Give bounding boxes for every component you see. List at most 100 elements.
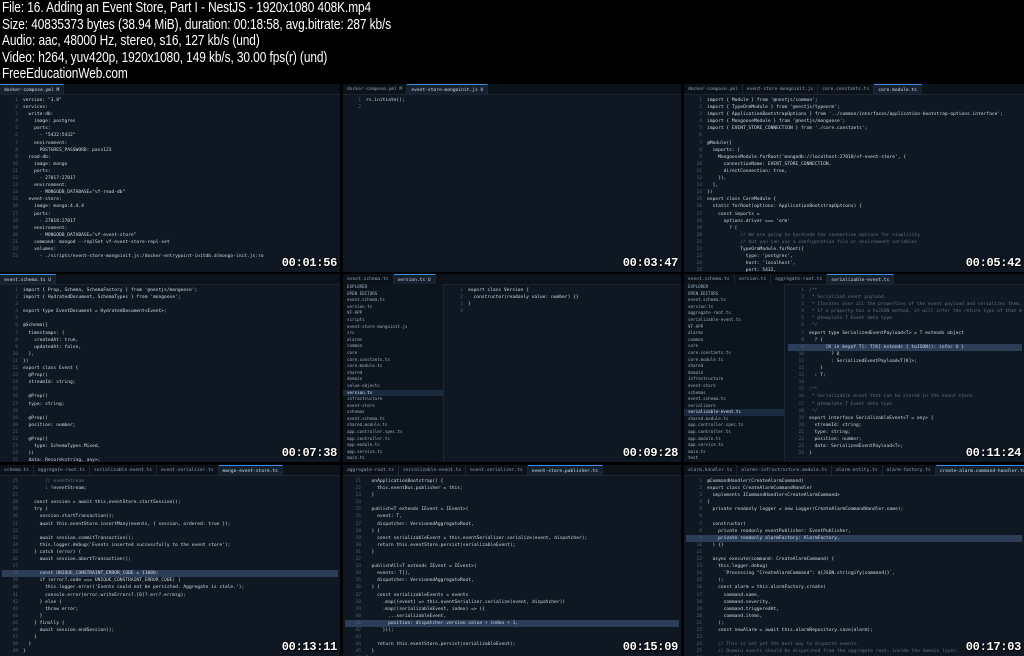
code-line: 9 private readonly alarmFactory: AlarmFa… bbox=[686, 534, 1022, 542]
line-number: 44 bbox=[355, 642, 361, 648]
code-text: environment: bbox=[23, 140, 68, 146]
code-line: 8 createdAt: true, bbox=[2, 337, 338, 344]
code-line: 21 type: string; bbox=[788, 429, 1022, 436]
line-number: 6 bbox=[699, 514, 702, 520]
code-line: 29 const serializableEvent = this.eventS… bbox=[345, 535, 679, 542]
line-number: 1 bbox=[801, 288, 804, 293]
explorer-item: core.constants.ts bbox=[347, 356, 390, 362]
editor-tab: serializable-event.ts bbox=[827, 274, 895, 284]
code-line: 29 try { bbox=[2, 506, 338, 513]
code-line: 5 * @template T Event data type bbox=[788, 315, 1022, 322]
line-number: 24 bbox=[355, 500, 361, 506]
line-number: 24 bbox=[696, 261, 702, 267]
line-number: 32 bbox=[355, 557, 361, 563]
code-line: 10 ? U bbox=[788, 351, 1022, 358]
line-number: 24 bbox=[798, 451, 804, 457]
code-text: } bbox=[23, 642, 32, 648]
explorer-item: alarms bbox=[688, 330, 704, 336]
line-number: 30 bbox=[12, 514, 18, 520]
editor-tab: aggregate-root.ts bbox=[771, 274, 828, 284]
code-text: @Schema({ bbox=[23, 323, 48, 329]
code-text: console.error(error.writeErrors?.[0]?.er… bbox=[23, 592, 187, 598]
code-text: @CommandHandler(CreateAlarmCommand) bbox=[707, 479, 804, 484]
frame-timestamp: 00:09:28 bbox=[622, 446, 679, 460]
line-number: 36 bbox=[12, 557, 18, 563]
explorer-item: test bbox=[688, 455, 699, 461]
line-number: 48 bbox=[12, 642, 18, 648]
code-line: 2 constructor(readonly value: number) {} bbox=[447, 294, 679, 301]
frame-timestamp: 00:13:11 bbox=[281, 640, 338, 654]
line-number: 41 bbox=[355, 620, 361, 626]
code-line: 12 export class Event { bbox=[2, 365, 338, 372]
line-number: 21 bbox=[696, 239, 702, 245]
line-number: 1 bbox=[358, 98, 361, 103]
code-text: streamId: string; bbox=[809, 422, 862, 428]
code-line: 2 * Serialized event payload. bbox=[788, 294, 1022, 301]
line-number: 13 bbox=[12, 183, 18, 189]
code-text: } bbox=[366, 549, 375, 555]
code-text: ports: bbox=[23, 211, 51, 217]
code-text: } bbox=[23, 635, 37, 641]
code-line: 31 await this.eventStore.insertMany(even… bbox=[2, 521, 338, 528]
code-text: command.triggeredAt, bbox=[707, 606, 779, 612]
line-number: 14 bbox=[12, 380, 18, 386]
code-text: import { EVENT_STORE_CONNECTION } from '… bbox=[707, 126, 868, 132]
code-text: // We are going to hardcode the connecti… bbox=[707, 232, 920, 238]
code-line: 35 } catch (error) { bbox=[2, 549, 338, 556]
code-text: export class CreateAlarmCommandHandler bbox=[707, 486, 813, 492]
line-number: 3 bbox=[699, 493, 702, 499]
code-line: 11 directConnection: true, bbox=[686, 168, 1022, 175]
line-number: 20 bbox=[696, 232, 702, 238]
code-line: 14 bbox=[788, 379, 1022, 386]
line-number: 46 bbox=[12, 627, 18, 633]
code-line: 46 await session.endSession(); bbox=[2, 627, 338, 634]
code-line: 28 ) { bbox=[345, 528, 679, 535]
code-text: type: SchemaTypes.Mixed, bbox=[23, 444, 101, 450]
editor-tab: event-store-mongoinit.js bbox=[743, 84, 819, 94]
code-text: * @template T Event data type bbox=[809, 316, 892, 322]
explorer-item: app.controller.ts bbox=[688, 429, 731, 435]
code-line: 8 imports: [ bbox=[686, 147, 1022, 154]
code-line: 20 - MONGODB_DATABASE="vf-event-store" bbox=[2, 232, 338, 239]
code-text: ports: bbox=[23, 168, 51, 174]
code-text: environment: bbox=[23, 225, 68, 231]
code-text: @Module({ bbox=[707, 140, 732, 146]
code-text: * Serialized event payload. bbox=[809, 295, 887, 301]
code-line: 39 if (error?.code === UNIQUE_CONSTRAINT… bbox=[2, 577, 338, 584]
code-line: 38 const UNIQUE_CONSTRAINT_ERROR_CODE = … bbox=[2, 570, 338, 578]
code-text: /** bbox=[809, 288, 818, 293]
code-line: 20 streamId: string; bbox=[788, 422, 1022, 429]
code-text: } bbox=[809, 451, 812, 457]
video-frame-thumbnail: event.schema.ts version.ts U EXPLORER OPEN … bbox=[343, 274, 681, 462]
video-frame-thumbnail: event.schema.ts version.ts aggregate-root.… bbox=[684, 274, 1024, 462]
code-line: 19 export interface SerializableEvent<T =… bbox=[788, 415, 1022, 422]
code-line: 21 onApplicationBootstrap() { bbox=[345, 478, 679, 485]
line-number: 16 bbox=[12, 394, 18, 400]
line-number: 7 bbox=[699, 140, 702, 146]
line-number: 23 bbox=[355, 493, 361, 499]
line-number: 33 bbox=[355, 564, 361, 570]
code-text: export class Event { bbox=[23, 366, 79, 372]
code-line: 10 image: mongo bbox=[2, 161, 338, 168]
editor-tab-bar: schema.ts aggregate-root.ts serializable-e… bbox=[0, 465, 340, 476]
explorer-item: shared bbox=[688, 363, 704, 369]
code-line: 9 MongooseModule.forRoot('mongodb://loca… bbox=[686, 154, 1022, 161]
line-number: 25 bbox=[12, 479, 18, 484]
line-number: 9 bbox=[699, 154, 702, 160]
code-text: } bbox=[23, 649, 26, 655]
code-line: 7 constructor( bbox=[686, 521, 1022, 528]
code-text: private readonly eventPublisher: EventPu… bbox=[707, 528, 851, 534]
code-text: }), bbox=[707, 176, 727, 182]
code-text: import { TypeOrmModule } from '@nestjs/t… bbox=[707, 105, 840, 111]
code-line: 11 bbox=[686, 549, 1022, 556]
code-line: 17 ports: bbox=[2, 211, 338, 218]
line-number: 17 bbox=[798, 401, 804, 407]
code-text: export class CoreModule { bbox=[707, 197, 777, 203]
line-number: 4 bbox=[699, 119, 702, 125]
audio-line: Audio: aac, 48000 Hz, stereo, s16, 127 k… bbox=[2, 33, 260, 49]
code-text: { bbox=[707, 500, 710, 506]
line-number: 4 bbox=[15, 119, 18, 125]
code-line: 42 } else { bbox=[2, 599, 338, 606]
line-number: 11 bbox=[12, 168, 18, 174]
code-line: 10 connectionName: EVENT_STORE_CONNECTIO… bbox=[686, 161, 1022, 168]
